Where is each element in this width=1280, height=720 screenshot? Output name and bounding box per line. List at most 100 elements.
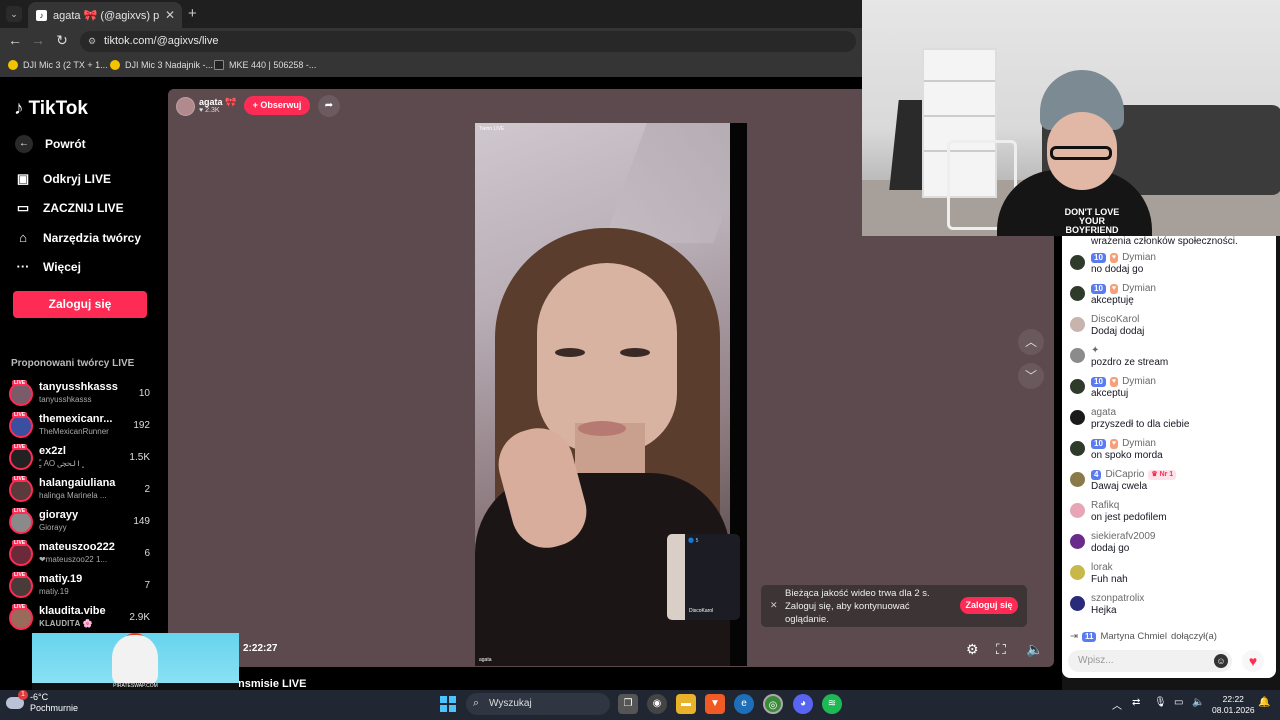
chat-message-text: akceptuj (1091, 388, 1129, 399)
close-icon[interactable]: ✕ (770, 600, 778, 611)
task-view-icon[interactable]: ❐ (618, 694, 638, 714)
calendar-icon: ▣ (16, 171, 30, 186)
notification-bell-icon[interactable]: 🔔 (1258, 697, 1270, 708)
chat-avatar[interactable] (1070, 255, 1085, 270)
chat-avatar[interactable] (1070, 379, 1085, 394)
chat-username[interactable]: 10 ♥ Dymian (1091, 376, 1156, 387)
volume-icon[interactable]: 🔈 (1026, 641, 1043, 658)
volume-icon[interactable]: 🔈 (1192, 697, 1204, 708)
creator-row[interactable]: LIVE ex2zl ـًٍَ AO ﮼الحجي 1.5K (9, 444, 154, 474)
chat-message-text: on spoko morda (1091, 450, 1163, 461)
chat-username[interactable]: agata (1091, 407, 1116, 418)
chat-message: 10 ♥ Dymian on spoko morda (1070, 438, 1270, 466)
discord-icon[interactable]: ◕ (793, 694, 813, 714)
chrome-icon[interactable]: ◎ (763, 694, 783, 714)
new-tab-plus-icon[interactable]: + (188, 5, 197, 22)
browser-tab[interactable]: ♪ agata 🎀 (@agixvs) prowad... ✕ (28, 2, 182, 28)
windows-start-icon[interactable] (440, 696, 456, 712)
notice-login-button[interactable]: Zaloguj się (960, 597, 1018, 614)
chat-username[interactable]: 10 ♥ Dymian (1091, 252, 1156, 263)
like-heart-icon[interactable]: ♥ (1242, 650, 1264, 672)
back-arrow-icon: ← (15, 135, 33, 153)
sidebar-item-more[interactable]: ··· Więcej (15, 259, 81, 275)
chat-avatar[interactable] (1070, 565, 1085, 580)
back-link[interactable]: ← Powrót (15, 135, 86, 153)
chat-avatar[interactable] (1070, 534, 1085, 549)
chat-username[interactable]: 10 ♥ Dymian (1091, 283, 1156, 294)
chat-username-text: agata (1091, 407, 1117, 418)
chat-username-text: Dymian (1122, 438, 1156, 449)
back-arrow-icon[interactable]: ← (6, 32, 24, 48)
chat-username[interactable]: siekierafv2009 (1091, 531, 1155, 542)
creator-row[interactable]: LIVE mateuszoo222 ❤mateuszoo22 1... 6 (9, 540, 154, 570)
chat-username[interactable]: lorak (1091, 562, 1113, 573)
creator-row[interactable]: LIVE giorayy Giorayy 149 (9, 508, 154, 538)
chat-avatar[interactable] (1070, 596, 1085, 611)
fullscreen-icon[interactable]: ⛶ (996, 641, 1006, 658)
share-arrow-icon[interactable]: ➦ (318, 95, 340, 117)
clock[interactable]: 22:22 08.01.2026 (1212, 694, 1255, 716)
chat-message: 10 ♥ Dymian akceptuję (1070, 283, 1270, 311)
weather-widget[interactable]: 1 -6°C Pochmurnie (6, 690, 78, 714)
sidebar-item-creator-tools[interactable]: ⌂ Narzędzia twórcy (15, 230, 141, 246)
display-icon[interactable]: ▭ (1174, 697, 1183, 708)
bookmark-item[interactable]: MKE 440 | 506258 -... (214, 60, 316, 70)
creator-row[interactable]: LIVE themexicanr... TheMexicanRunner 192 (9, 412, 154, 442)
creator-row[interactable]: LIVE klaudita.vibe 𝐊𝐋𝐀𝐔𝐃𝐈𝐓𝐀 🌸 2.9K (9, 604, 154, 634)
tiktok-logo[interactable]: ♪ TikTok (14, 98, 88, 120)
chat-avatar[interactable] (1070, 348, 1085, 363)
edge-icon[interactable]: e (734, 694, 754, 714)
brave-icon[interactable]: ▼ (705, 694, 725, 714)
guest-name: DiscoKarol (689, 608, 714, 614)
stream-ad-overlay: PIRATESWAP.COM (32, 633, 239, 690)
chat-avatar[interactable] (1070, 503, 1085, 518)
chevron-down-icon[interactable]: ﹀ (1018, 363, 1044, 389)
chat-avatar[interactable] (1070, 286, 1085, 301)
chat-username-text: Dymian (1122, 252, 1156, 263)
reload-icon[interactable]: ↻ (53, 32, 71, 49)
url-field[interactable]: tiktok.com/@agixvs/live (80, 31, 856, 52)
bookmark-item[interactable]: DJI Mic 3 Nadajnik -... (110, 60, 213, 70)
site-info-icon[interactable]: ⚙ (88, 36, 96, 47)
creator-row[interactable]: LIVE matiy.19 matiy.19 7 (9, 572, 154, 602)
settings-icon[interactable]: ⚙ (966, 641, 979, 658)
streamer-webcam: DON'T LOVE YOUR BOYFRIEND (862, 0, 1280, 236)
joined-text: dołączył(a) (1170, 631, 1217, 642)
tray-chevron-up-icon[interactable]: ︿ (1112, 697, 1122, 712)
tray-sync-icon[interactable]: ⇄ (1132, 697, 1140, 708)
chat-username-text: Dymian (1122, 376, 1156, 387)
chat-username[interactable]: DiscoKarol (1091, 314, 1139, 325)
creator-row[interactable]: LIVE tanyusshkasss tanyusshkasss 10 (9, 380, 154, 410)
chat-avatar[interactable] (1070, 317, 1085, 332)
joined-username[interactable]: Martyna Chmiel (1100, 631, 1167, 642)
host-avatar[interactable] (176, 97, 195, 116)
file-explorer-icon[interactable]: ▬ (676, 694, 696, 714)
taskbar-search[interactable]: Wyszukaj (466, 693, 610, 715)
sidebar-item-discover-live[interactable]: ▣ Odkryj LIVE (15, 171, 111, 187)
chat-username[interactable]: 4 DiCaprio ♛ Nr 1 (1091, 469, 1177, 480)
creator-row[interactable]: LIVE halangaiuliana halinga Marinela ...… (9, 476, 154, 506)
obs-icon[interactable]: ◉ (647, 694, 667, 714)
bookmark-item[interactable]: DJI Mic 3 (2 TX + 1... (8, 60, 108, 70)
chat-username[interactable]: ✦ (1091, 345, 1099, 356)
chat-avatar[interactable] (1070, 410, 1085, 425)
chat-message: szonpatrolix Hejka (1070, 593, 1270, 621)
login-button[interactable]: Zaloguj się (13, 291, 147, 318)
chevron-up-icon[interactable]: ︿ (1018, 329, 1044, 355)
spotify-icon[interactable]: ≋ (822, 694, 842, 714)
chat-input[interactable]: Wpisz... (1068, 650, 1232, 672)
guest-pip-video[interactable]: 🔵 5 DiscoKarol (667, 534, 740, 620)
chat-avatar[interactable] (1070, 472, 1085, 487)
chat-username[interactable]: 10 ♥ Dymian (1091, 438, 1156, 449)
chat-avatar[interactable] (1070, 441, 1085, 456)
tab-search-chevron-icon[interactable]: ⌄ (6, 6, 22, 22)
follow-button[interactable]: + Obserwuj (244, 96, 310, 115)
emoji-icon[interactable]: ☺ (1214, 654, 1228, 668)
live-badge: LIVE (12, 444, 28, 450)
chat-username[interactable]: szonpatrolix (1091, 593, 1144, 604)
microphone-icon[interactable]: 🎙 (1154, 697, 1167, 708)
sidebar-item-start-live[interactable]: ▭ ZACZNIJ LIVE (15, 200, 124, 216)
chat-username[interactable]: Rafikq (1091, 500, 1119, 511)
tab-close-icon[interactable]: ✕ (165, 8, 175, 22)
forward-arrow-icon[interactable]: → (29, 32, 47, 48)
